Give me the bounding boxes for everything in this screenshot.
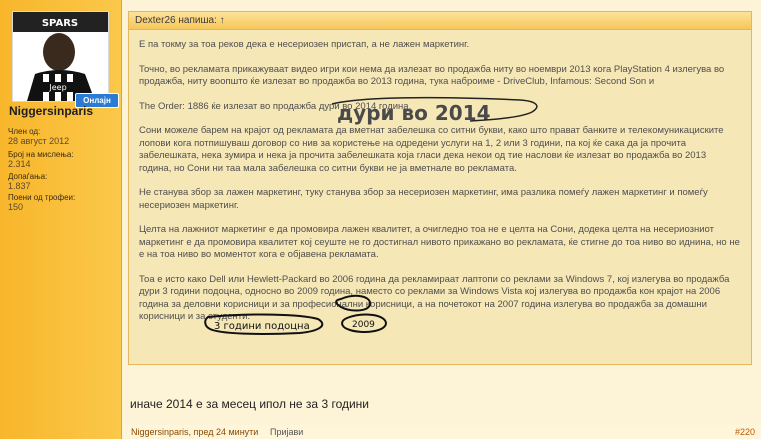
joined-value: 28 август 2012 [8, 136, 70, 146]
quote-header[interactable]: Dexter26 напиша: ↑ [129, 12, 751, 30]
likes-value: 1.837 [8, 181, 31, 191]
quote-paragraph: Целта на лажниот маркетинг е да промовир… [139, 224, 740, 260]
quote-paragraph: Е па токму за тоа реков дека е несериозе… [139, 39, 470, 50]
post-author-link[interactable]: Niggersinparis, пред 24 минути [131, 425, 258, 439]
post-footer: Niggersinparis, пред 24 минути Пријави #… [122, 425, 761, 439]
quote-body: Е па токму за тоа реков дека е несериозе… [129, 29, 751, 336]
quote-paragraph: Сони можеле барем на крајот од рекламата… [139, 125, 724, 174]
svg-text:Jeep: Jeep [48, 83, 66, 92]
post-content: Dexter26 напиша: ↑ Е па токму за тоа рек… [122, 0, 761, 439]
joined-label: Член од: [8, 127, 41, 136]
trophy-points-value: 150 [8, 202, 24, 212]
posts-label: Број на мислења: [8, 150, 74, 159]
quote-paragraph: Точно, во рекламата прикажуваат видео иг… [139, 63, 725, 88]
quote-paragraph: The Order: 1886 ќе излезат во продажба д… [139, 100, 412, 112]
svg-text:SPARS: SPARS [42, 18, 78, 29]
reply-text: иначе 2014 е за месец ипол не за 3 годин… [130, 397, 370, 411]
username[interactable]: Niggersinparis [9, 104, 93, 118]
quote-block: Dexter26 напиша: ↑ Е па токму за тоа рек… [128, 11, 752, 365]
posts-value: 2.314 [8, 159, 31, 169]
trophy-points-label: Поени од трофеи: [8, 193, 76, 202]
quote-paragraph: Тоа е исто како Dell или Hewlett-Packard… [139, 273, 730, 323]
user-sidebar: SPARS Jeep Онлајн Niggersinparis Член од… [0, 0, 122, 439]
avatar[interactable]: SPARS Jeep [12, 11, 109, 102]
post-number-link[interactable]: #220 [735, 425, 755, 439]
likes-label: Допаѓања: [8, 172, 48, 181]
quote-paragraph: Не станува збор за лажен маркетинг, туку… [139, 187, 708, 211]
avatar-image: SPARS Jeep [13, 12, 108, 101]
report-link[interactable]: Пријави [270, 425, 303, 439]
